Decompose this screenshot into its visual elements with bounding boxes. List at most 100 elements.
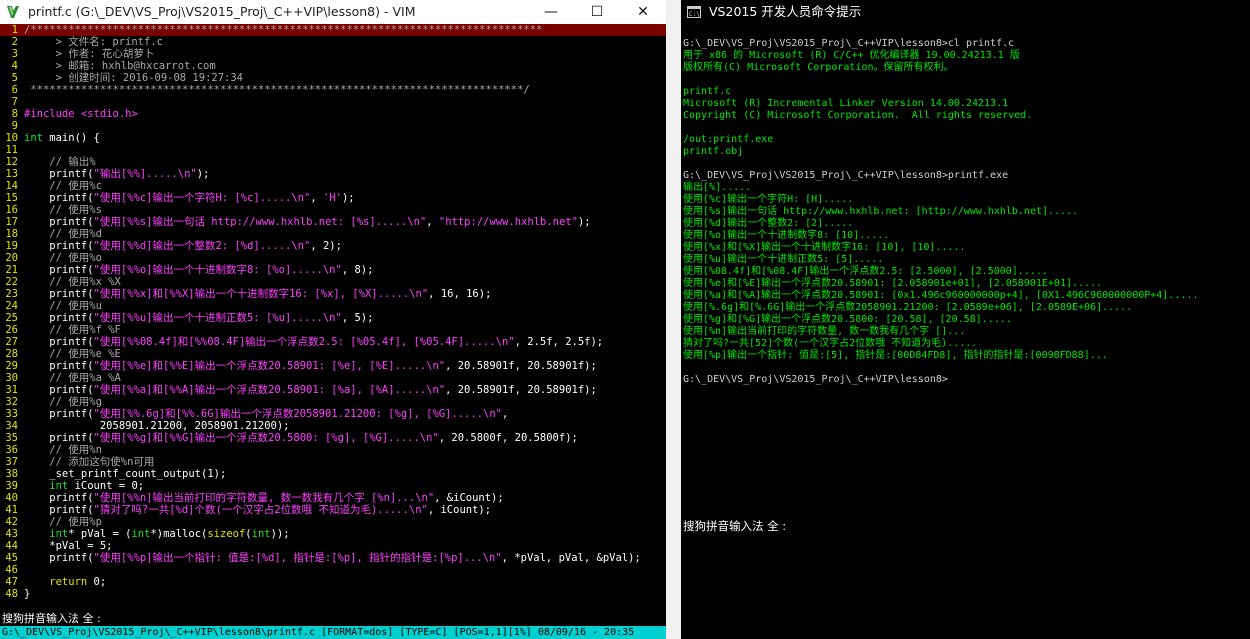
vim-editor[interactable]: 1 /**************************************…	[0, 24, 666, 628]
console-line: 使用[%a]和[%A]输出一个浮点数20.58901: [0x1.496c960…	[683, 290, 1199, 301]
line-number: 3	[11, 48, 18, 60]
code-line[interactable]: 4 > 邮箱: hxhlb@hxcarrot.com	[0, 60, 666, 72]
console-output[interactable]: G:\_DEV\VS_Proj\VS2015_Proj\_C++VIP\less…	[681, 38, 1250, 386]
code-line[interactable]: 13 printf("输出[%%].....\n");	[0, 168, 666, 180]
code-line[interactable]: 28 // 使用%e %E	[0, 348, 666, 360]
code-line[interactable]: 19 printf("使用[%%d]输出一个整数2: [%d].....\n",…	[0, 240, 666, 252]
code-token: printf(	[24, 312, 94, 324]
code-token: printf(	[24, 504, 94, 516]
console-line: Copyright (C) Microsoft Corporation. All…	[683, 110, 1033, 121]
maximize-button[interactable]: ☐	[574, 0, 620, 24]
code-line[interactable]: 27 printf("使用[%%08.4f]和[%%08.4F]输出一个浮点数2…	[0, 336, 666, 348]
code-line[interactable]: 16 // 使用%s	[0, 204, 666, 216]
code-line[interactable]: 30 // 使用%a %A	[0, 372, 666, 384]
code-token: , 8);	[341, 264, 374, 276]
console-line: 使用[%o]输出一个十进制数字8: [10].....	[683, 230, 890, 241]
code-line[interactable]: 42 // 使用%p	[0, 516, 666, 528]
code-token: /***************************************…	[24, 24, 543, 36]
code-line[interactable]: 40 printf("使用[%%n]输出当前打印的字符数量, 数一数我有几个字 …	[0, 492, 666, 504]
code-line[interactable]: 44 *pVal = 5;	[0, 540, 666, 552]
code-token: "使用[%%x]和[%%X]输出一个十进制数字16: [%x], [%X]...…	[93, 288, 429, 300]
code-line[interactable]: 43 int* pVal = (int*)malloc(sizeof(int))…	[0, 528, 666, 540]
line-number: 9	[11, 120, 18, 132]
vim-window[interactable]: printf.c (G:\_DEV\VS_Proj\VS2015_Proj\_C…	[0, 0, 666, 639]
line-number: 45	[5, 552, 18, 564]
code-line[interactable]: 31 printf("使用[%%a]和[%%A]输出一个浮点数20.58901:…	[0, 384, 666, 396]
code-line[interactable]: 17 printf("使用[%%s]输出一句话 http://www.hxhlb…	[0, 216, 666, 228]
code-token: , 20.58901f, 20.58901f);	[445, 384, 597, 396]
code-line[interactable]: 37 // 添加这句使%n可用	[0, 456, 666, 468]
line-number: 37	[5, 456, 18, 468]
code-token: , 16, 16);	[428, 288, 492, 300]
code-line[interactable]: 46	[0, 564, 666, 576]
line-number: 29	[5, 360, 18, 372]
code-line[interactable]: 8 #include <stdio.h>	[0, 108, 666, 120]
code-line[interactable]: 38 _set_printf_count_output(1);	[0, 468, 666, 480]
code-line[interactable]: 47 return 0;	[0, 576, 666, 588]
line-number: 27	[5, 336, 18, 348]
code-line[interactable]: 39 int iCount = 0;	[0, 480, 666, 492]
code-token: 0;	[87, 576, 107, 588]
code-token: return	[24, 576, 88, 588]
code-line[interactable]: 36 // 使用%n	[0, 444, 666, 456]
code-line[interactable]: 24 // 使用%u	[0, 300, 666, 312]
code-line[interactable]: 20 // 使用%o	[0, 252, 666, 264]
code-line[interactable]: 7	[0, 96, 666, 108]
line-number: 46	[5, 564, 18, 576]
code-token: "使用[%%e]和[%%E]输出一个浮点数20.58901: [%e], [%E…	[93, 360, 446, 372]
code-line[interactable]: 41 printf("猜对了吗?一共[%d]个数(一个汉字占2位数哦 不知道为毛…	[0, 504, 666, 516]
code-line[interactable]: 32 // 使用%g	[0, 396, 666, 408]
code-line[interactable]: 5 > 创建时间: 2016-09-08 19:27:34	[0, 72, 666, 84]
cmd-titlebar[interactable]: C:\ VS2015 开发人员命令提示	[681, 0, 1250, 24]
code-line[interactable]: 6 **************************************…	[0, 84, 666, 96]
code-line[interactable]: 45 printf("使用[%%p]输出一个指针: 值是:[%d], 指针是:[…	[0, 552, 666, 564]
code-token: printf(	[24, 408, 94, 420]
console-line: /out:printf.exe	[683, 134, 774, 145]
line-number: 39	[5, 480, 18, 492]
cmd-window[interactable]: C:\ VS2015 开发人员命令提示 G:\_DEV\VS_Proj\VS20…	[681, 0, 1250, 639]
code-token: // 使用%n	[24, 444, 102, 456]
code-token: ));	[270, 528, 290, 540]
code-line[interactable]: 12 // 输出%	[0, 156, 666, 168]
code-token: // 使用%c	[24, 180, 102, 192]
code-token: );	[341, 192, 355, 204]
code-line[interactable]: 26 // 使用%f %F	[0, 324, 666, 336]
minimize-button[interactable]: —	[528, 0, 574, 24]
code-token: "http://www.hxhlb.net"	[438, 216, 578, 228]
code-line[interactable]: 1 /**************************************…	[0, 24, 666, 36]
vim-scrollbar[interactable]	[666, 0, 681, 639]
console-line: 使用[%e]和[%E]输出一个浮点数20.58901: [2.058901e+0…	[683, 278, 1103, 289]
code-token: // 输出%	[24, 156, 96, 168]
code-line[interactable]: 3 > 作者: 花心胡萝卜	[0, 48, 666, 60]
line-number: 30	[5, 372, 18, 384]
code-line[interactable]: 14 // 使用%c	[0, 180, 666, 192]
code-line[interactable]: 23 printf("使用[%%x]和[%%X]输出一个十进制数字16: [%x…	[0, 288, 666, 300]
vim-titlebar[interactable]: printf.c (G:\_DEV\VS_Proj\VS2015_Proj\_C…	[0, 0, 666, 24]
code-token: printf(	[24, 336, 94, 348]
code-line[interactable]: 29 printf("使用[%%e]和[%%E]输出一个浮点数20.58901:…	[0, 360, 666, 372]
code-token: 'H'	[322, 192, 342, 204]
line-number: 22	[5, 276, 18, 288]
code-line[interactable]: 11	[0, 144, 666, 156]
code-line[interactable]: 18 // 使用%d	[0, 228, 666, 240]
code-line[interactable]: 35 printf("使用[%%g]和[%%G]输出一个浮点数20.5800: …	[0, 432, 666, 444]
close-button[interactable]: ✕	[620, 0, 666, 24]
code-line[interactable]: 22 // 使用%x %X	[0, 276, 666, 288]
line-number: 13	[5, 168, 18, 180]
code-line[interactable]: 2 > 文件名: printf.c	[0, 36, 666, 48]
code-line[interactable]: 25 printf("使用[%%u]输出一个十进制正数5: [%u].....\…	[0, 312, 666, 324]
code-token: > 作者: 花心胡萝卜	[24, 48, 155, 60]
vim-app-icon	[7, 6, 19, 18]
code-token: int	[24, 528, 69, 540]
code-line[interactable]: 48}	[0, 588, 666, 600]
code-line[interactable]: 9	[0, 120, 666, 132]
code-token: , &iCount);	[434, 492, 504, 504]
line-number: 2	[11, 36, 18, 48]
code-line[interactable]: 10 int main() {	[0, 132, 666, 144]
code-line[interactable]: 21 printf("使用[%%o]输出一个十进制数字8: [%o].....\…	[0, 264, 666, 276]
code-line[interactable]: 33 printf("使用[%%.6g]和[%%.6G]输出一个浮点数20589…	[0, 408, 666, 420]
console-line: Microsoft (R) Incremental Linker Version…	[683, 98, 1009, 109]
code-line[interactable]: 34 2058901.21200, 2058901.21200);	[0, 420, 666, 432]
code-line[interactable]: 15 printf("使用[%%c]输出一个字符H: [%c].....\n",…	[0, 192, 666, 204]
